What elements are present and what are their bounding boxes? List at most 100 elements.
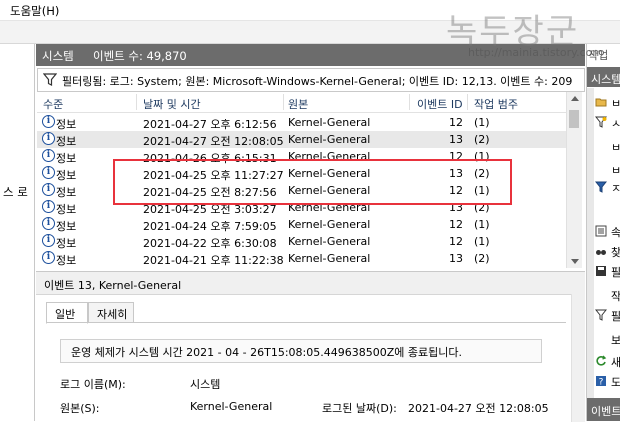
actions-title-bar: 시스템 bbox=[587, 67, 620, 87]
row-level: 정보 bbox=[56, 169, 77, 182]
row-datetime: 2021-04-27 오후 6:12:56 bbox=[143, 118, 277, 131]
table-row[interactable]: i 정보 2021-04-21 오후 11:22:38 Kernel-Gener… bbox=[37, 250, 567, 267]
column-event-id[interactable]: 이벤트 ID bbox=[417, 96, 463, 112]
action-label[interactable]: 작 bbox=[611, 288, 620, 304]
scroll-thumb[interactable] bbox=[569, 110, 579, 128]
row-source: Kernel-General bbox=[288, 116, 371, 129]
column-level[interactable]: 수준 bbox=[43, 96, 63, 112]
row-level: 정보 bbox=[56, 220, 77, 233]
menu-bar: 도움말(H) bbox=[0, 0, 620, 21]
row-category: (1) bbox=[474, 116, 490, 129]
tab-general[interactable]: 일반 bbox=[46, 302, 88, 324]
general-panel: 운영 체제가 시스템 시간 2021 - 04 - 26T15:08:05.44… bbox=[46, 322, 566, 423]
actions-title: 시스템 bbox=[591, 73, 620, 86]
help-icon[interactable]: ? bbox=[595, 375, 607, 387]
filter-bar: 필터링됨: 로그: System; 원본: Microsoft-Windows-… bbox=[37, 68, 585, 92]
column-datetime[interactable]: 날짜 및 시간 bbox=[143, 96, 201, 112]
column-category[interactable]: 작업 범주 bbox=[474, 96, 518, 112]
column-divider[interactable] bbox=[467, 94, 468, 110]
info-icon: i bbox=[42, 251, 55, 264]
action-label[interactable]: ㅅ bbox=[611, 115, 620, 131]
detail-scrollbar[interactable] bbox=[571, 294, 585, 422]
row-datetime: 2021-04-27 오전 12:08:05 bbox=[143, 135, 284, 148]
row-category: (1) bbox=[474, 235, 490, 248]
row-level: 정보 bbox=[56, 135, 77, 148]
refresh-icon[interactable] bbox=[595, 355, 607, 367]
event-detail-panel: 이벤트 13, Kernel-General 일반 자세히 운영 체제가 시스템… bbox=[36, 271, 585, 422]
row-category: (1) bbox=[474, 218, 490, 231]
info-icon: i bbox=[42, 183, 55, 196]
filter-icon bbox=[43, 73, 57, 86]
info-icon: i bbox=[42, 217, 55, 230]
logged-label: 로그된 날짜(D): bbox=[322, 402, 397, 415]
row-source: Kernel-General bbox=[288, 133, 371, 146]
action-label[interactable]: 찾 bbox=[611, 244, 620, 260]
log-title-bar: 시스템 이벤트 수: 49,870 bbox=[36, 44, 585, 66]
detail-title: 이벤트 13, Kernel-General bbox=[44, 279, 182, 292]
clear-filter-icon[interactable] bbox=[595, 309, 607, 321]
detail-title-bar: 이벤트 13, Kernel-General bbox=[36, 272, 585, 295]
info-icon: i bbox=[42, 149, 55, 162]
actions-event-bar: 이벤트 bbox=[587, 398, 620, 421]
tab-details[interactable]: 자세히 bbox=[88, 302, 134, 323]
table-row[interactable]: i 정보 2021-04-22 오후 6:30:08 Kernel-Genera… bbox=[37, 233, 567, 250]
log-title: 시스템 bbox=[42, 49, 74, 63]
find-binoculars-icon[interactable] bbox=[595, 245, 607, 257]
scroll-up-arrow-icon[interactable] bbox=[571, 96, 579, 101]
info-icon: i bbox=[42, 115, 55, 128]
row-datetime: 2021-04-24 오후 7:59:05 bbox=[143, 220, 277, 233]
action-label[interactable]: 새 bbox=[611, 354, 620, 370]
actions-pane: 시스템 ㅂ ㅅ ㅂ ㅂ ㅈ 속 찾 필 작 필 보 새 ? 도 이벤트 bbox=[586, 44, 620, 421]
row-datetime: 2021-04-22 오후 6:30:08 bbox=[143, 237, 277, 250]
info-icon: i bbox=[42, 132, 55, 145]
row-source: Kernel-General bbox=[288, 218, 371, 231]
action-label[interactable]: ㅂ bbox=[611, 139, 620, 155]
scroll-down-arrow-icon[interactable] bbox=[571, 259, 579, 264]
action-label[interactable]: ㅂ bbox=[611, 95, 620, 111]
action-label[interactable]: 필 bbox=[611, 264, 620, 280]
row-level: 정보 bbox=[56, 237, 77, 250]
navigation-pane: 스 로 bbox=[0, 44, 35, 421]
menu-help[interactable]: 도움말(H) bbox=[10, 3, 59, 19]
highlight-box bbox=[113, 159, 512, 205]
row-source: Kernel-General bbox=[288, 235, 371, 248]
source-label: 원본(S): bbox=[60, 402, 100, 415]
tab-details-label: 자세히 bbox=[97, 308, 128, 321]
action-label[interactable]: 필 bbox=[611, 308, 620, 324]
column-source[interactable]: 원본 bbox=[288, 96, 308, 112]
source-value: Kernel-General bbox=[190, 400, 273, 413]
table-header: 수준 날짜 및 시간 원본 이벤트 ID 작업 범주 bbox=[37, 92, 567, 113]
row-datetime: 2021-04-21 오후 11:22:38 bbox=[143, 254, 284, 267]
column-divider[interactable] bbox=[136, 94, 137, 110]
action-label[interactable]: ㅈ bbox=[611, 180, 620, 196]
column-divider[interactable] bbox=[409, 94, 410, 110]
table-scrollbar[interactable] bbox=[566, 92, 582, 268]
row-level: 정보 bbox=[56, 203, 77, 216]
event-message-box[interactable]: 운영 체제가 시스템 시간 2021 - 04 - 26T15:08:05.44… bbox=[60, 339, 542, 363]
column-divider[interactable] bbox=[283, 94, 284, 110]
log-name-label: 로그 이름(M): bbox=[60, 378, 126, 391]
filter-star-icon[interactable] bbox=[595, 116, 607, 128]
folder-open-icon[interactable] bbox=[595, 96, 607, 108]
action-label[interactable]: 도 bbox=[611, 374, 620, 390]
filter-icon[interactable] bbox=[595, 181, 607, 193]
toolbar bbox=[0, 21, 620, 44]
table-row-selected[interactable]: i 정보 2021-04-27 오전 12:08:05 Kernel-Gener… bbox=[37, 131, 567, 148]
actions-scrollbar[interactable] bbox=[587, 88, 594, 398]
log-name-value: 시스템 bbox=[190, 378, 221, 391]
row-level: 정보 bbox=[56, 118, 77, 131]
save-icon[interactable] bbox=[595, 265, 607, 277]
row-level: 정보 bbox=[56, 186, 77, 199]
properties-icon[interactable] bbox=[595, 225, 607, 237]
row-event-id: 12 bbox=[449, 235, 463, 248]
table-row[interactable]: i 정보 2021-04-24 오후 7:59:05 Kernel-Genera… bbox=[37, 216, 567, 233]
action-label[interactable]: 속 bbox=[611, 224, 620, 240]
nav-item-label[interactable]: 스 로 bbox=[3, 184, 28, 200]
table-row[interactable]: i 정보 2021-04-27 오후 6:12:56 Kernel-Genera… bbox=[37, 114, 567, 131]
row-source: Kernel-General bbox=[288, 252, 371, 265]
info-icon: i bbox=[42, 166, 55, 179]
action-label[interactable]: ㅂ bbox=[611, 162, 620, 178]
action-label[interactable]: 보 bbox=[611, 332, 620, 348]
event-count: 이벤트 수: 49,870 bbox=[93, 49, 187, 63]
actions-event-title: 이벤트 bbox=[591, 405, 620, 418]
